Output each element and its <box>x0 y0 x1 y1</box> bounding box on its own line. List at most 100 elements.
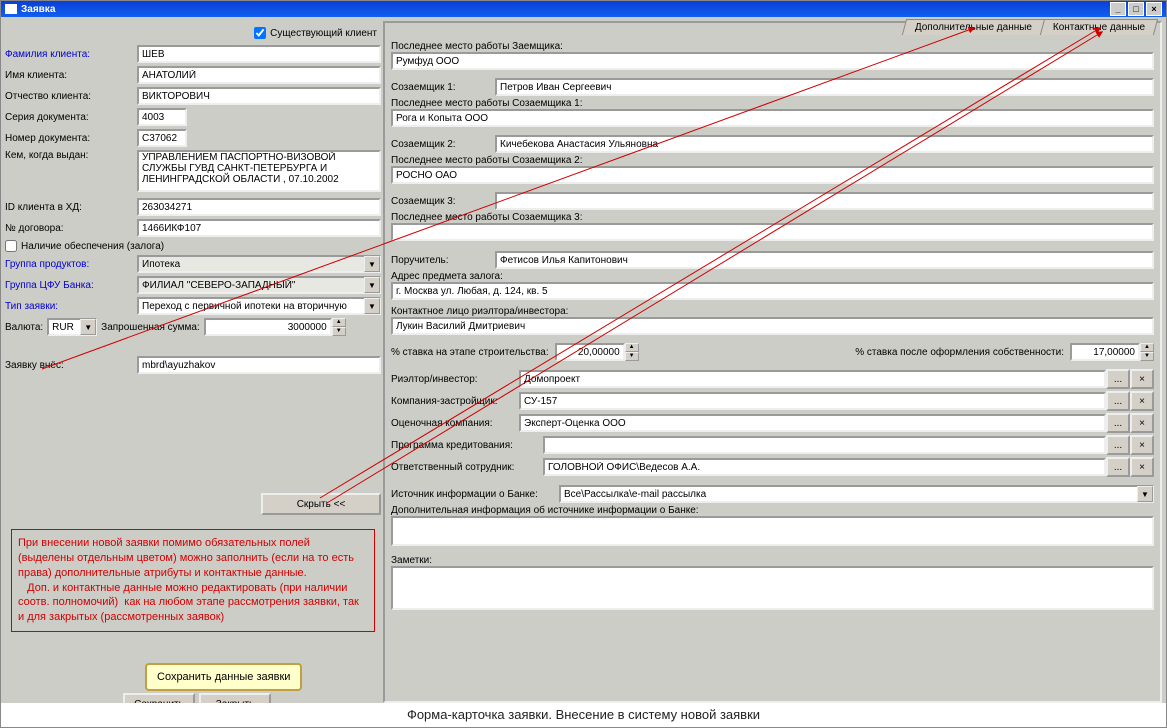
patronymic-label: Отчество клиента: <box>5 91 137 102</box>
collateral-checkbox[interactable] <box>5 240 17 252</box>
minimize-button[interactable]: _ <box>1110 2 1126 16</box>
tooltip-text: Сохранить данные заявки <box>157 671 290 683</box>
rate-own-input[interactable] <box>1070 343 1140 361</box>
existing-client-checkbox[interactable] <box>254 27 266 39</box>
cfu-group-select[interactable] <box>137 276 381 294</box>
cob3-job-input[interactable] <box>391 223 1154 241</box>
resp-clear-button[interactable]: × <box>1130 457 1154 477</box>
cob3-input[interactable] <box>495 192 1154 210</box>
app-type-select[interactable] <box>137 297 381 315</box>
spinner-buttons[interactable]: ▲▼ <box>625 343 639 361</box>
app-icon <box>5 4 17 14</box>
patronymic-input[interactable] <box>137 87 381 105</box>
valuer-input[interactable] <box>519 414 1106 432</box>
rate-build-input[interactable] <box>555 343 625 361</box>
cob2-input[interactable] <box>495 135 1154 153</box>
cob1-input[interactable] <box>495 78 1154 96</box>
cob1-job-label: Последнее место работы Созаемщика 1: <box>391 98 1154 109</box>
issued-label: Кем, когда выдан: <box>5 150 137 161</box>
rate-own-label: % ставка после оформления собственности: <box>855 347 1064 358</box>
cfu-group-label: Группа ЦФУ Банка: <box>5 280 137 291</box>
dropdown-icon[interactable]: ▼ <box>364 298 380 314</box>
loan-prog-clear-button[interactable]: × <box>1130 435 1154 455</box>
realtor-label: Риэлтор/инвестор: <box>391 374 519 385</box>
tab-additional-data[interactable]: Дополнительные данные <box>901 19 1044 35</box>
close-button[interactable]: Закрыть <box>199 693 271 703</box>
notes-input[interactable] <box>391 566 1154 610</box>
issued-input[interactable]: УПРАВЛЕНИЕМ ПАСПОРТНО-ВИЗОВОЙ СЛУЖБЫ ГУВ… <box>137 150 381 192</box>
valuer-clear-button[interactable]: × <box>1130 413 1154 433</box>
cob3-label: Созаемщик 3: <box>391 196 495 207</box>
pledge-addr-input[interactable] <box>391 282 1154 300</box>
cob2-job-label: Последнее место работы Созаемщика 2: <box>391 155 1154 166</box>
left-pane: Существующий клиент Фамилия клиента: Имя… <box>5 21 383 703</box>
doc-series-input[interactable] <box>137 108 187 126</box>
client-id-input[interactable] <box>137 198 381 216</box>
doc-number-input[interactable] <box>137 129 187 147</box>
product-group-label: Группа продуктов: <box>5 259 137 270</box>
name-input[interactable] <box>137 66 381 84</box>
close-window-button[interactable]: × <box>1146 2 1162 16</box>
dev-clear-button[interactable]: × <box>1130 391 1154 411</box>
maximize-button[interactable]: □ <box>1128 2 1144 16</box>
instructions-box: При внесении новой заявки помимо обязате… <box>11 529 375 632</box>
resp-input[interactable] <box>543 458 1106 476</box>
cob2-job-input[interactable] <box>391 166 1154 184</box>
contact-person-label: Контактное лицо риэлтора/инвестора: <box>391 306 1154 317</box>
notes-label: Заметки: <box>391 555 1154 566</box>
window-title: Заявка <box>21 4 55 15</box>
spinner-buttons[interactable]: ▲▼ <box>1140 343 1154 361</box>
last-job-input[interactable] <box>391 52 1154 70</box>
loan-prog-input[interactable] <box>543 436 1106 454</box>
valuer-browse-button[interactable]: ... <box>1106 413 1130 433</box>
req-sum-input[interactable] <box>204 318 332 336</box>
dev-browse-button[interactable]: ... <box>1106 391 1130 411</box>
surname-input[interactable] <box>137 45 381 63</box>
loan-prog-label: Программа кредитования: <box>391 440 543 451</box>
realtor-browse-button[interactable]: ... <box>1106 369 1130 389</box>
collateral-label: Наличие обеспечения (залога) <box>21 241 164 252</box>
src-label: Источник информации о Банке: <box>391 489 559 500</box>
dev-input[interactable] <box>519 392 1106 410</box>
dropdown-icon[interactable]: ▼ <box>364 277 380 293</box>
req-sum-label: Запрошенная сумма: <box>101 322 200 333</box>
client-id-label: ID клиента в ХД: <box>5 202 137 213</box>
src-select[interactable] <box>559 485 1154 503</box>
hide-button[interactable]: Скрыть << <box>261 493 381 515</box>
save-button[interactable]: Сохранить <box>123 693 195 703</box>
resp-browse-button[interactable]: ... <box>1106 457 1130 477</box>
tab-contact-data[interactable]: Контактные данные <box>1040 19 1159 35</box>
name-label: Имя клиента: <box>5 70 137 81</box>
app-body: Существующий клиент Фамилия клиента: Имя… <box>1 17 1166 703</box>
guarantor-label: Поручитель: <box>391 255 495 266</box>
realtor-clear-button[interactable]: × <box>1130 369 1154 389</box>
dropdown-icon[interactable]: ▼ <box>1137 486 1153 502</box>
app-type-label: Тип заявки: <box>5 301 137 312</box>
pledge-addr-label: Адрес предмета залога: <box>391 271 1154 282</box>
loan-prog-browse-button[interactable]: ... <box>1106 435 1130 455</box>
rate-build-label: % ставка на этапе строительства: <box>391 347 549 358</box>
src-extra-input[interactable] <box>391 516 1154 546</box>
dev-label: Компания-застройщик: <box>391 396 519 407</box>
last-job-label: Последнее место работы Заемщика: <box>391 41 1154 52</box>
titlebar: Заявка _ □ × <box>1 1 1166 17</box>
dropdown-icon[interactable]: ▼ <box>80 319 96 335</box>
cob2-label: Созаемщик 2: <box>391 139 495 150</box>
spinner-buttons[interactable]: ▲▼ <box>332 318 346 336</box>
currency-label: Валюта: <box>5 322 43 333</box>
guarantor-input[interactable] <box>495 251 1154 269</box>
instructions-text: При внесении новой заявки помимо обязате… <box>18 537 362 623</box>
contact-person-input[interactable] <box>391 317 1154 335</box>
doc-series-label: Серия документа: <box>5 112 137 123</box>
contract-input[interactable] <box>137 219 381 237</box>
page-caption: Форма-карточка заявки. Внесение в систем… <box>1 703 1166 727</box>
app-window: Заявка _ □ × Существующий клиент Фамилия… <box>0 0 1167 728</box>
dropdown-icon[interactable]: ▼ <box>364 256 380 272</box>
doc-number-label: Номер документа: <box>5 133 137 144</box>
product-group-select[interactable] <box>137 255 381 273</box>
realtor-input[interactable] <box>519 370 1106 388</box>
contract-label: № договора: <box>5 223 137 234</box>
creator-input[interactable] <box>137 356 381 374</box>
right-pane: Дополнительные данные Контактные данные … <box>383 21 1162 703</box>
cob1-job-input[interactable] <box>391 109 1154 127</box>
